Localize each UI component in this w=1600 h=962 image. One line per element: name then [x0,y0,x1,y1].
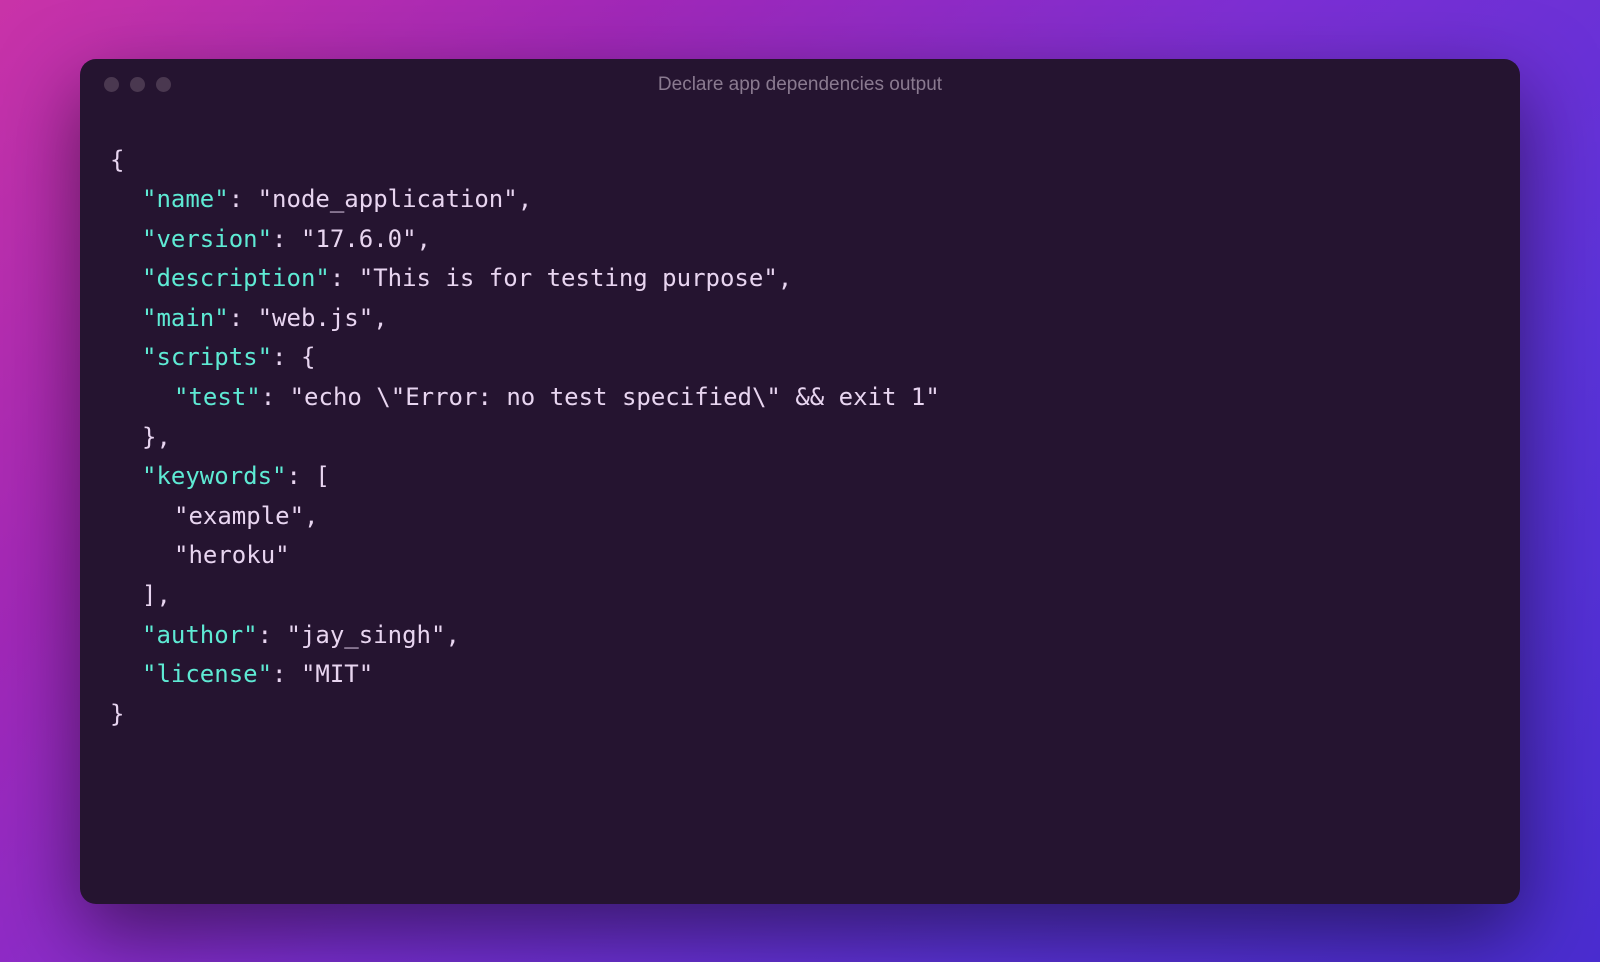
json-key-scripts: "scripts" [142,343,272,371]
comma: , [518,185,532,213]
code-content: { "name": "node_application", "version": "… [80,111,1520,765]
colon: : [272,225,301,253]
json-value-test: "echo \"Error: no test specified\" && ex… [290,383,940,411]
traffic-lights [104,77,171,92]
json-key-description: "description" [142,264,330,292]
comma: , [373,304,387,332]
keywords-close-bracket: ], [142,581,171,609]
maximize-icon[interactable] [156,77,171,92]
json-key-main: "main" [142,304,229,332]
colon: : [261,383,290,411]
json-keyword-2: "heroku" [174,541,290,569]
colon: : [272,343,301,371]
json-key-author: "author" [142,621,258,649]
comma: , [778,264,792,292]
colon: : [258,621,287,649]
keywords-open-bracket: [ [315,462,329,490]
colon: : [330,264,359,292]
json-value-main: "web.js" [258,304,374,332]
colon: : [229,185,258,213]
json-value-version: "17.6.0" [301,225,417,253]
json-key-keywords: "keywords" [142,462,287,490]
scripts-open-brace: { [301,343,315,371]
window-title: Declare app dependencies output [658,74,942,96]
colon: : [287,462,316,490]
json-close-brace: } [110,700,124,728]
colon: : [272,660,301,688]
colon: : [229,304,258,332]
json-value-author: "jay_singh" [287,621,446,649]
comma: , [445,621,459,649]
json-open-brace: { [110,146,124,174]
title-bar: Declare app dependencies output [80,59,1520,111]
json-value-description: "This is for testing purpose" [359,264,778,292]
comma: , [304,502,318,530]
json-key-test: "test" [174,383,261,411]
json-value-name: "node_application" [258,185,518,213]
json-value-license: "MIT" [301,660,373,688]
comma: , [417,225,431,253]
scripts-close-brace: }, [142,423,171,451]
json-key-version: "version" [142,225,272,253]
terminal-window: Declare app dependencies output { "name":… [80,59,1520,904]
json-keyword-1: "example" [174,502,304,530]
json-key-license: "license" [142,660,272,688]
json-key-name: "name" [142,185,229,213]
close-icon[interactable] [104,77,119,92]
minimize-icon[interactable] [130,77,145,92]
